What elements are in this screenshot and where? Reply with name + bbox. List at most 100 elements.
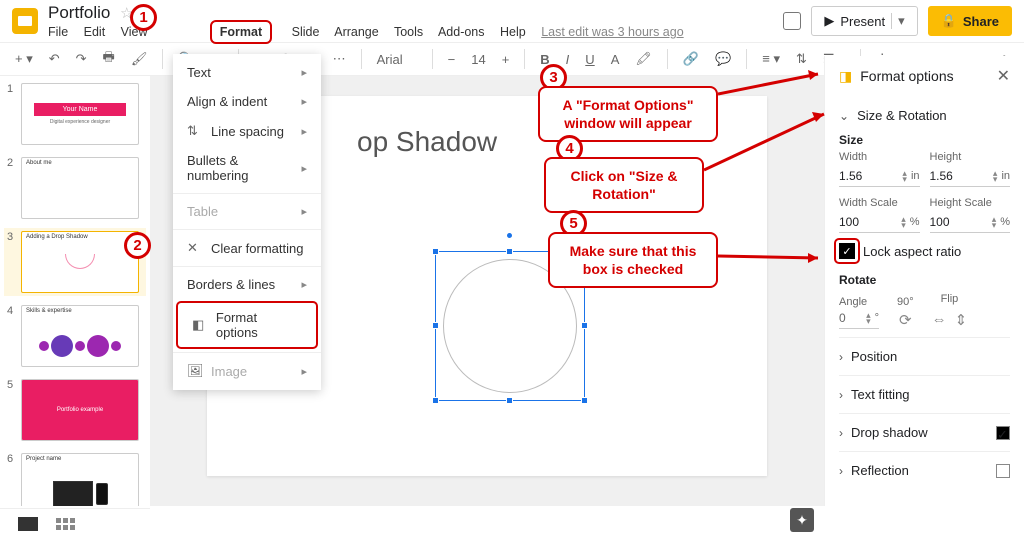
height-label: Height xyxy=(930,151,1011,163)
menu-tools[interactable]: Tools xyxy=(394,25,423,39)
menu-slide[interactable]: Slide xyxy=(292,25,320,39)
angle-label: Angle xyxy=(839,296,879,308)
size-rotation-label: Size & Rotation xyxy=(857,108,947,123)
width-scale-input[interactable]: 100 ▴▾ % xyxy=(839,212,920,233)
slide-thumb-6[interactable]: 6 Project name xyxy=(4,450,146,506)
present-label: Present xyxy=(840,14,885,29)
callout-3-box: A "Format Options" window will appear xyxy=(538,86,718,142)
slide-thumb-5[interactable]: 5 Portfolio example xyxy=(4,376,146,444)
text-color-button[interactable]: A xyxy=(606,49,625,70)
print-button[interactable]: 🖶 xyxy=(98,45,120,73)
size-sublabel: Size xyxy=(839,133,1010,147)
format-table: Table▸ xyxy=(173,197,321,226)
italic-button[interactable]: I xyxy=(561,49,575,70)
doc-title[interactable]: Portfolio xyxy=(48,3,110,23)
size-decrease[interactable]: − xyxy=(443,49,461,70)
angle-input[interactable]: 0 ▴▾ ° xyxy=(839,308,879,329)
menu-format[interactable]: Format xyxy=(210,20,272,44)
present-dropdown-icon[interactable]: ▾ xyxy=(891,13,905,29)
thumb-3-title: Adding a Drop Shadow xyxy=(22,232,138,242)
format-menu-dropdown: Text▸ Align & indent▸ ⇅Line spacing▸ Bul… xyxy=(173,54,321,390)
drop-shadow-checkbox[interactable]: ✓ xyxy=(996,426,1010,440)
rotate-90-label: 90° xyxy=(897,296,914,308)
chevron-down-icon: ⌄ xyxy=(839,109,849,123)
format-line-spacing[interactable]: ⇅Line spacing▸ xyxy=(173,116,321,146)
explore-button[interactable]: ✦ xyxy=(790,508,814,532)
reflection-checkbox[interactable] xyxy=(996,464,1010,478)
size-rotation-section: ⌄ Size & Rotation Size Width 1.56 ▴▾ in … xyxy=(839,100,1010,337)
view-switcher xyxy=(0,508,150,538)
border-dash-button[interactable]: ⋯ xyxy=(328,48,351,70)
format-text[interactable]: Text▸ xyxy=(173,58,321,87)
drop-shadow-section[interactable]: ›Drop shadow ✓ xyxy=(839,413,1010,451)
width-label: Width xyxy=(839,151,920,163)
rotate-90-icon[interactable]: ⟳ xyxy=(897,311,914,329)
callout-4-box: Click on "Size & Rotation" xyxy=(544,157,704,213)
slides-logo xyxy=(12,8,38,34)
format-image: 🖼Image▸ xyxy=(173,356,321,386)
slide-thumb-4[interactable]: 4 Skills & expertise xyxy=(4,302,146,370)
highlight-button[interactable]: 🖍 xyxy=(630,48,657,70)
font-size[interactable]: 14 xyxy=(466,49,490,70)
lock-icon: 🔒 xyxy=(941,13,957,29)
format-options-item[interactable]: ◧Format options xyxy=(176,301,318,349)
rotate-sublabel: Rotate xyxy=(839,273,1010,287)
height-scale-label: Height Scale xyxy=(930,197,1011,209)
lock-aspect-ratio[interactable]: ✓ Lock aspect ratio xyxy=(839,243,1010,259)
format-bullets[interactable]: Bullets & numbering▸ xyxy=(173,146,321,190)
size-increase[interactable]: + xyxy=(497,49,515,70)
thumb-1-sub: Digital experience designer xyxy=(50,119,110,125)
text-fitting-section[interactable]: ›Text fitting xyxy=(839,375,1010,413)
redo-button[interactable]: ↷ xyxy=(71,48,92,70)
format-options-icon: ◨ xyxy=(839,68,852,85)
grid-view-icon[interactable] xyxy=(56,518,75,530)
thumb-1-title: Your Name xyxy=(34,103,127,116)
link-button[interactable]: 🔗 xyxy=(678,48,704,70)
comment-button[interactable]: 💬 xyxy=(710,48,736,70)
share-button[interactable]: 🔒 Share xyxy=(928,6,1012,36)
slides-panel: 1 Your Name Digital experience designer … xyxy=(0,76,150,506)
slide-thumb-2[interactable]: 2 About me xyxy=(4,154,146,222)
menu-edit[interactable]: Edit xyxy=(84,25,106,39)
flip-v-icon[interactable]: ⇕ xyxy=(955,311,968,329)
align-button[interactable]: ≡ ▾ xyxy=(757,48,785,70)
menu-bar: File Edit View Insert Format Slide Arran… xyxy=(48,25,783,39)
lock-aspect-label: Lock aspect ratio xyxy=(863,244,961,259)
present-button[interactable]: ▶ Present ▾ xyxy=(811,6,917,36)
format-options-panel: ◨ Format options ✕ ⌄ Size & Rotation Siz… xyxy=(824,56,1024,506)
filmstrip-view-icon[interactable] xyxy=(18,517,38,531)
flip-label: Flip xyxy=(932,293,968,305)
width-input[interactable]: 1.56 ▴▾ in xyxy=(839,166,920,187)
slide-heading[interactable]: op Shadow xyxy=(357,126,497,158)
menu-addons[interactable]: Add-ons xyxy=(438,25,485,39)
title-block: Portfolio ☆ File Edit View Insert Format… xyxy=(48,3,783,39)
reflection-section[interactable]: ›Reflection xyxy=(839,451,1010,489)
height-input[interactable]: 1.56 ▴▾ in xyxy=(930,166,1011,187)
format-align[interactable]: Align & indent▸ xyxy=(173,87,321,116)
close-panel-icon[interactable]: ✕ xyxy=(997,66,1010,86)
format-clear[interactable]: ✕Clear formatting xyxy=(173,233,321,263)
line-spacing-button[interactable]: ⇅ xyxy=(791,48,812,70)
underline-button[interactable]: U xyxy=(580,49,599,70)
callout-5-box: Make sure that this box is checked xyxy=(548,232,718,288)
height-scale-input[interactable]: 100 ▴▾ % xyxy=(930,212,1011,233)
format-borders[interactable]: Borders & lines▸ xyxy=(173,270,321,299)
position-section[interactable]: ›Position xyxy=(839,337,1010,375)
undo-button[interactable]: ↶ xyxy=(44,48,65,70)
thumb-5-label: Portfolio example xyxy=(22,380,138,440)
new-slide-button[interactable]: + ▾ xyxy=(10,48,38,70)
callout-2: 2 xyxy=(124,232,151,259)
menu-help[interactable]: Help xyxy=(500,25,526,39)
flip-h-icon[interactable]: ⇔ xyxy=(932,311,947,329)
paint-format-button[interactable]: 🖌 xyxy=(126,48,153,70)
slide-thumb-1[interactable]: 1 Your Name Digital experience designer xyxy=(4,80,146,148)
last-edit[interactable]: Last edit was 3 hours ago xyxy=(541,25,683,39)
size-rotation-toggle[interactable]: ⌄ Size & Rotation xyxy=(839,108,1010,123)
menu-file[interactable]: File xyxy=(48,25,68,39)
width-scale-label: Width Scale xyxy=(839,197,920,209)
font-selector[interactable]: Arial xyxy=(372,49,422,70)
menu-arrange[interactable]: Arrange xyxy=(334,25,378,39)
format-options-title: Format options xyxy=(860,68,953,84)
present-icon: ▶ xyxy=(824,13,834,29)
comment-history-icon[interactable] xyxy=(783,12,801,30)
